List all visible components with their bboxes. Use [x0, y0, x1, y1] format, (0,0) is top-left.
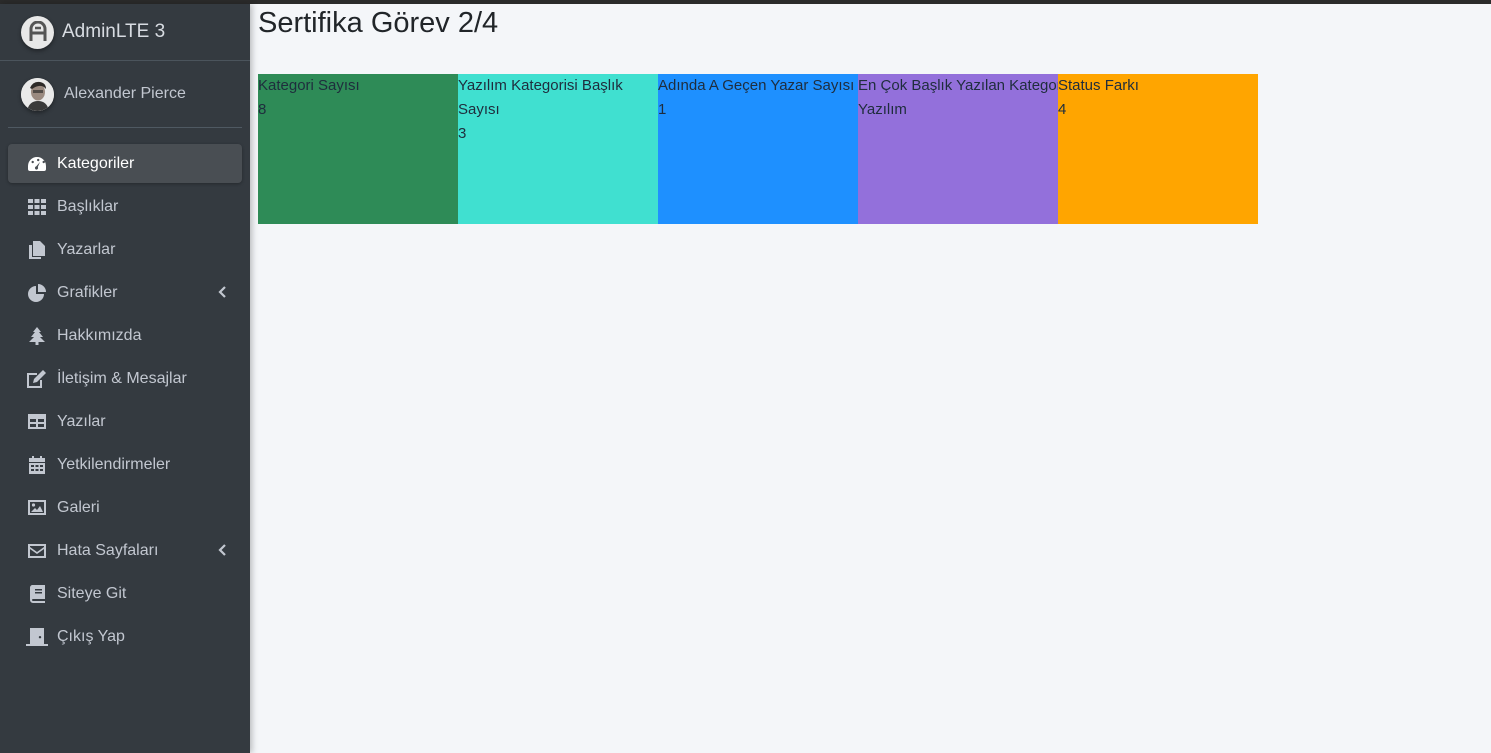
sidebar-item-hakkimizda[interactable]: Hakkımızda	[8, 316, 242, 355]
door-icon	[26, 627, 48, 647]
sidebar-item-label: Kategoriler	[57, 154, 135, 172]
sidebar-item-label: Hakkımızda	[57, 326, 142, 344]
stat-cards: Kategori Sayısı 8 Yazılım Kategorisi Baş…	[258, 74, 1258, 224]
user-panel[interactable]: Alexander Pierce	[8, 61, 242, 128]
sidebar-item-iletisim[interactable]: İletişim & Mesajlar	[8, 359, 242, 398]
stat-card-status-farki: Status Farkı 4	[1058, 74, 1258, 224]
sidebar-item-galeri[interactable]: Galeri	[8, 488, 242, 527]
user-name: Alexander Pierce	[64, 85, 186, 102]
stat-card-label: Status Farkı	[1058, 77, 1139, 94]
sidebar-item-label: Yazarlar	[57, 240, 116, 258]
sidebar-item-label: Yetkilendirmeler	[57, 455, 171, 473]
tree-icon	[26, 326, 48, 346]
edit-icon	[26, 369, 48, 389]
stat-card-a-gecen-yazar-sayisi: Adında A Geçen Yazar Sayısı 1	[658, 74, 858, 224]
content-wrapper: Sertifika Görev 2/4 Kategori Sayısı 8 Ya…	[250, 4, 1491, 753]
stat-card-value: 4	[1058, 101, 1067, 118]
sidebar-item-grafikler[interactable]: Grafikler	[8, 273, 242, 312]
sidebar-item-cikis-yap[interactable]: Çıkış Yap	[8, 617, 242, 656]
stat-card-yazilim-baslik-sayisi: Yazılım Kategorisi Başlık Sayısı 3	[458, 74, 658, 224]
stat-card-value: 3	[458, 125, 467, 142]
dashboard-icon	[26, 154, 48, 174]
sidebar-item-basliklar[interactable]: Başlıklar	[8, 187, 242, 226]
brand-logo-icon	[21, 15, 54, 49]
sidebar-item-kategoriler[interactable]: Kategoriler	[8, 144, 242, 183]
sidebar-item-label: Galeri	[57, 498, 100, 516]
book-icon	[26, 584, 48, 604]
stat-card-label: Adında A Geçen Yazar Sayısı	[658, 77, 855, 94]
stat-card-kategori-sayisi: Kategori Sayısı 8	[258, 74, 458, 224]
sidebar-item-label: İletişim & Mesajlar	[57, 369, 187, 387]
brand-name: AdminLTE 3	[62, 21, 166, 42]
sidebar-item-label: Başlıklar	[57, 197, 119, 215]
sidebar-item-hata-sayfalari[interactable]: Hata Sayfaları	[8, 531, 242, 570]
stat-card-value: 1	[658, 101, 667, 118]
sidebar-item-siteye-git[interactable]: Siteye Git	[8, 574, 242, 613]
stat-card-value: 8	[258, 101, 267, 118]
sidebar-item-label: Grafikler	[57, 283, 118, 301]
grid-icon	[26, 197, 48, 217]
chevron-left-icon	[218, 543, 226, 561]
sidebar-item-yetkilendirmeler[interactable]: Yetkilendirmeler	[8, 445, 242, 484]
sidebar: AdminLTE 3 Alexander Pierce Kategoriler	[0, 4, 250, 753]
calendar-icon	[26, 455, 48, 475]
chevron-left-icon	[218, 285, 226, 303]
page-title: Sertifika Görev 2/4	[258, 7, 499, 39]
sidebar-item-yazilar[interactable]: Yazılar	[8, 402, 242, 441]
stat-card-en-cok-baslik-kategori: En Çok Başlık Yazılan Kategori Yazılım	[858, 74, 1058, 224]
table-icon	[26, 412, 48, 432]
sidebar-nav: Kategoriler Başlıklar Yazarlar Grafikler	[0, 144, 250, 656]
image-icon	[26, 498, 48, 518]
avatar	[21, 77, 54, 111]
pie-chart-icon	[26, 283, 48, 303]
sidebar-item-label: Siteye Git	[57, 584, 127, 602]
stat-card-label: En Çok Başlık Yazılan Kategori	[858, 77, 1058, 94]
stat-card-label: Kategori Sayısı	[258, 77, 360, 94]
sidebar-item-yazarlar[interactable]: Yazarlar	[8, 230, 242, 269]
brand-link[interactable]: AdminLTE 3	[0, 4, 250, 61]
stat-card-value: Yazılım	[858, 101, 907, 118]
stat-card-label: Yazılım Kategorisi Başlık Sayısı	[458, 77, 623, 118]
envelope-icon	[26, 541, 48, 561]
sidebar-item-label: Çıkış Yap	[57, 627, 125, 645]
sidebar-item-label: Yazılar	[57, 412, 106, 430]
sidebar-item-label: Hata Sayfaları	[57, 541, 159, 559]
copy-icon	[26, 240, 48, 260]
